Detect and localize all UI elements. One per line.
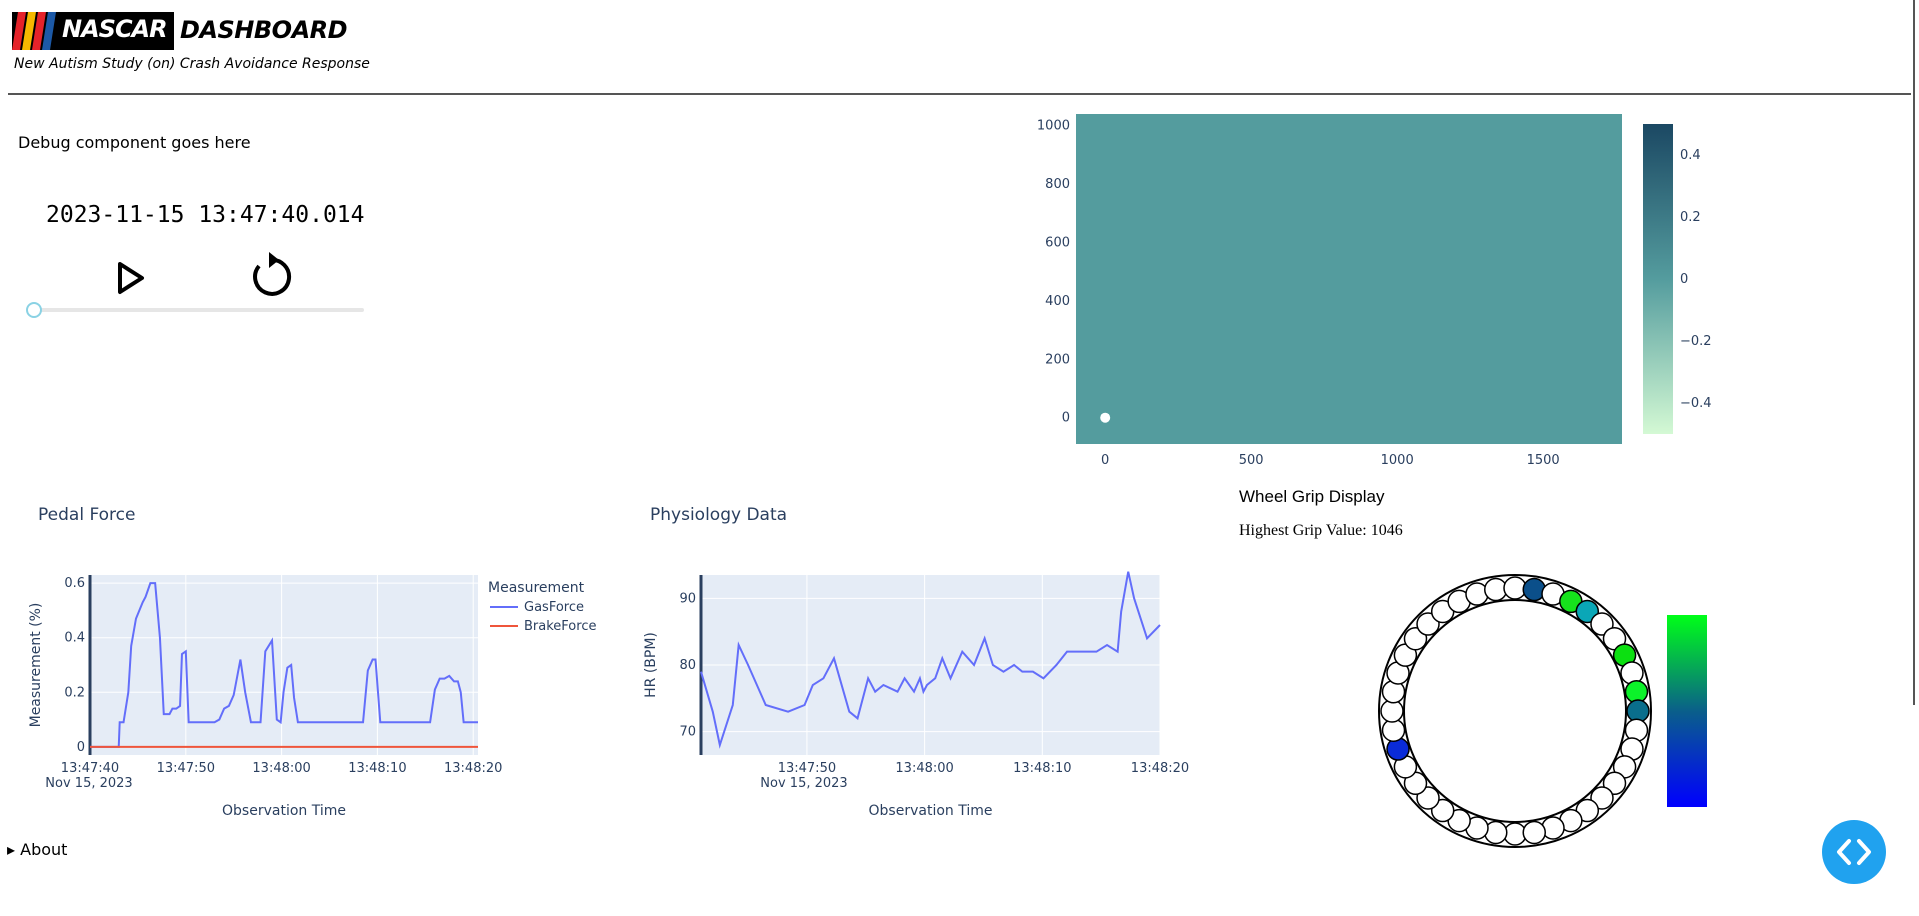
colorbar-tick: 0.2 <box>1680 210 1701 225</box>
heatmap-x-tick: 1500 <box>1527 453 1560 468</box>
highest-grip-value: Highest Grip Value: 1046 <box>1239 522 1403 539</box>
code-icon <box>1837 839 1871 865</box>
x-tick-label: 13:48:10 <box>1013 761 1071 776</box>
heatmap-x-tick: 0 <box>1101 453 1109 468</box>
header-divider <box>8 93 1911 95</box>
play-button[interactable] <box>112 258 152 298</box>
wheel-grip-title: Wheel Grip Display <box>1239 487 1385 506</box>
colorbar-tick: 0.4 <box>1680 148 1701 163</box>
y-tick-label: 0.6 <box>64 576 85 591</box>
x-tick-label: 13:48:20 <box>1131 761 1189 776</box>
x-date-label: Nov 15, 2023 <box>45 776 132 791</box>
time-slider-handle[interactable] <box>26 302 42 318</box>
y-tick-label: 90 <box>679 591 696 606</box>
colorbar-tick: −0.4 <box>1680 396 1712 411</box>
logo-text: NASCAR <box>62 15 168 43</box>
page-scrollbar[interactable] <box>1913 0 1915 705</box>
y-axis-title: HR (BPM) <box>643 632 659 698</box>
position-heatmap[interactable]: 0 200 400 600 800 1000 0 500 1000 1500 0.4 0.2 0 −0… <box>1030 108 1720 468</box>
y-tick-label: 70 <box>679 725 696 740</box>
x-tick-label: 13:48:00 <box>252 761 310 776</box>
heatmap-colorbar <box>1643 124 1673 434</box>
reset-icon <box>253 252 292 296</box>
y-axis-title: Measurement (%) <box>28 603 44 728</box>
wheel-inner-ring <box>1403 599 1627 823</box>
heatmap-y-tick: 0 <box>1062 411 1070 426</box>
heatmap-x-tick: 1000 <box>1381 453 1414 468</box>
grip-colorbar <box>1667 615 1707 807</box>
play-icon <box>118 262 144 294</box>
time-slider[interactable] <box>32 308 364 312</box>
x-tick-label: 13:47:40 <box>61 761 119 776</box>
about-toggle[interactable]: ▸ About <box>7 840 67 859</box>
x-date-label: Nov 15, 2023 <box>760 776 847 791</box>
heatmap-y-tick: 800 <box>1045 177 1070 192</box>
colorbar-tick: 0 <box>1680 272 1688 287</box>
x-tick-label: 13:48:20 <box>444 761 502 776</box>
x-axis-title: Observation Time <box>222 803 346 819</box>
code-toggle-button[interactable] <box>1822 820 1886 884</box>
timestamp-display: 2023-11-15 13:47:40.014 <box>46 202 365 228</box>
reset-button[interactable] <box>245 252 295 302</box>
wheel-grip-display <box>1378 574 1707 848</box>
physiology-title: Physiology Data <box>650 505 788 525</box>
x-tick-label: 13:48:10 <box>348 761 406 776</box>
heatmap-y-tick: 400 <box>1045 294 1070 309</box>
physiology-chart[interactable]: 70 80 90 13:47:50 13:48:00 13:48:10 13:48:20 No… <box>630 555 1190 825</box>
dashboard-subtitle: New Autism Study (on) Crash Avoidance Re… <box>14 56 370 72</box>
legend-item: BrakeForce <box>524 619 596 634</box>
debug-text: Debug component goes here <box>18 133 251 152</box>
plot-area <box>90 575 478 755</box>
position-marker <box>1100 412 1111 423</box>
colorbar-tick: −0.2 <box>1680 334 1712 349</box>
y-tick-label: 0 <box>77 740 85 755</box>
legend-title: Measurement <box>488 580 585 596</box>
y-tick-label: 0.4 <box>64 631 85 646</box>
heatmap-y-tick: 600 <box>1045 235 1070 250</box>
x-tick-label: 13:48:00 <box>895 761 953 776</box>
pedal-force-title: Pedal Force <box>38 505 136 525</box>
dashboard-title: DASHBOARD <box>180 16 348 44</box>
heatmap-area <box>1076 114 1622 444</box>
x-tick-label: 13:47:50 <box>778 761 836 776</box>
y-tick-label: 80 <box>679 658 696 673</box>
pedal-force-chart[interactable]: 0 0.2 0.4 0.6 13:47:40 13:47:50 13:48:00 13:48:… <box>0 555 620 825</box>
x-tick-label: 13:47:50 <box>157 761 215 776</box>
heatmap-y-tick: 1000 <box>1037 119 1070 134</box>
legend-item: GasForce <box>524 600 584 615</box>
y-tick-label: 0.2 <box>64 685 85 700</box>
heatmap-x-tick: 500 <box>1239 453 1264 468</box>
grip-sensor-dot <box>1522 820 1546 845</box>
x-axis-title: Observation Time <box>869 803 993 819</box>
heatmap-y-tick: 200 <box>1045 352 1070 367</box>
